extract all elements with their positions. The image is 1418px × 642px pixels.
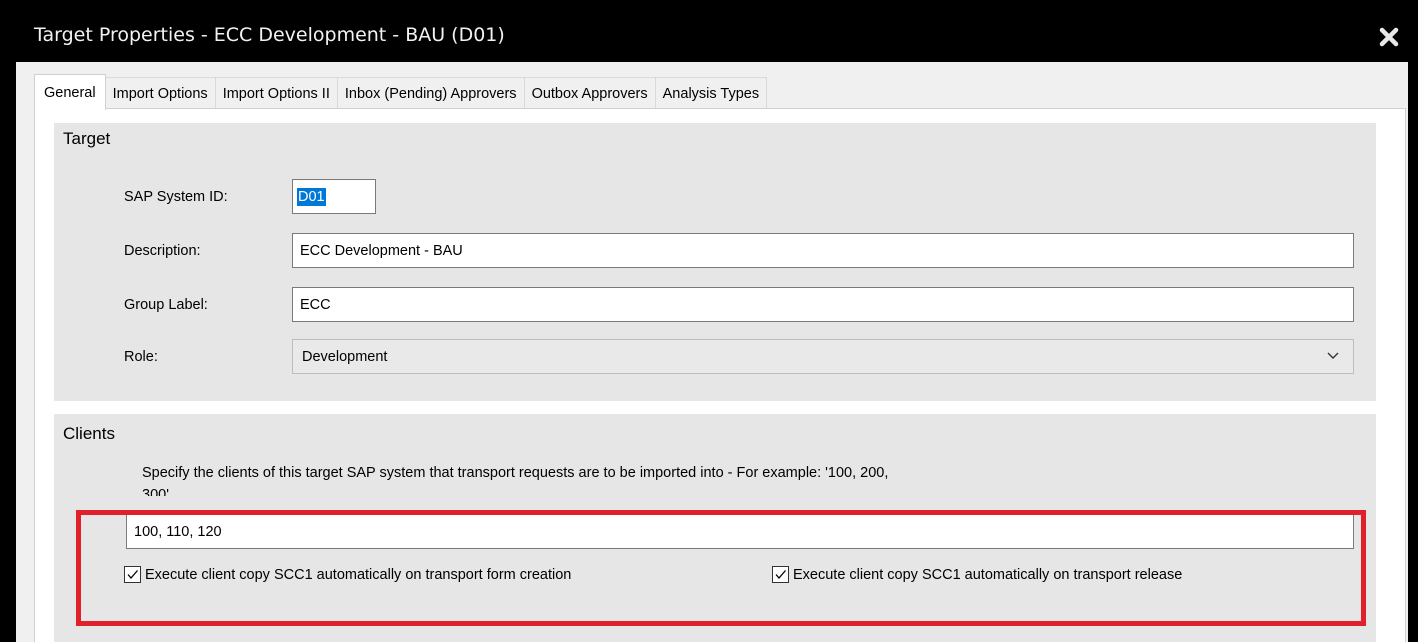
scc1-release-checkbox-row[interactable]: Execute client copy SCC1 automatically o… <box>772 566 1182 583</box>
description-label: Description: <box>124 243 201 259</box>
description-input[interactable]: ECC Development - BAU <box>292 233 1354 268</box>
role-select-value: Development <box>302 348 388 365</box>
clients-hint-text: Specify the clients of this target SAP s… <box>142 465 889 496</box>
clients-section-title: Clients <box>63 424 115 443</box>
checkmark-icon <box>127 570 138 579</box>
tab-import-options-ii[interactable]: Import Options II <box>214 77 338 109</box>
tab-panel-general: Target SAP System ID: D01 Description: E… <box>34 108 1406 642</box>
chevron-down-icon <box>1327 352 1339 359</box>
checkmark-icon <box>775 570 786 579</box>
tab-strip: General Import Options Import Options II… <box>34 74 768 110</box>
target-group: Target SAP System ID: D01 Description: E… <box>54 123 1376 401</box>
scc1-form-creation-label: Execute client copy SCC1 automatically o… <box>145 566 572 583</box>
tab-general[interactable]: General <box>34 74 106 110</box>
tab-import-options[interactable]: Import Options <box>104 77 216 109</box>
sap-system-id-input[interactable]: D01 <box>292 179 376 214</box>
tab-outbox-approvers[interactable]: Outbox Approvers <box>523 77 656 109</box>
scc1-release-label: Execute client copy SCC1 automatically o… <box>793 566 1183 583</box>
close-icon[interactable] <box>1378 26 1400 48</box>
target-section-title: Target <box>63 129 111 148</box>
scc1-form-creation-checkbox-row[interactable]: Execute client copy SCC1 automatically o… <box>124 566 571 583</box>
tab-analysis-types[interactable]: Analysis Types <box>654 77 768 109</box>
dialog-body: General Import Options Import Options II… <box>16 62 1408 642</box>
sap-system-id-label: SAP System ID: <box>124 189 228 205</box>
sap-system-id-value: D01 <box>297 187 326 206</box>
scc1-release-checkbox[interactable] <box>772 566 789 583</box>
title-bar: Target Properties - ECC Development - BA… <box>0 0 1418 62</box>
window-title: Target Properties - ECC Development - BA… <box>34 24 505 46</box>
role-select[interactable]: Development <box>292 339 1354 374</box>
scc1-form-creation-checkbox[interactable] <box>124 566 141 583</box>
group-label-label: Group Label: <box>124 297 208 313</box>
group-label-input[interactable]: ECC <box>292 287 1354 322</box>
clients-input[interactable]: 100, 110, 120 <box>126 514 1354 549</box>
role-label: Role: <box>124 349 158 365</box>
tab-inbox-approvers[interactable]: Inbox (Pending) Approvers <box>336 77 525 109</box>
clients-group: Clients Specify the clients of this targ… <box>54 414 1376 642</box>
